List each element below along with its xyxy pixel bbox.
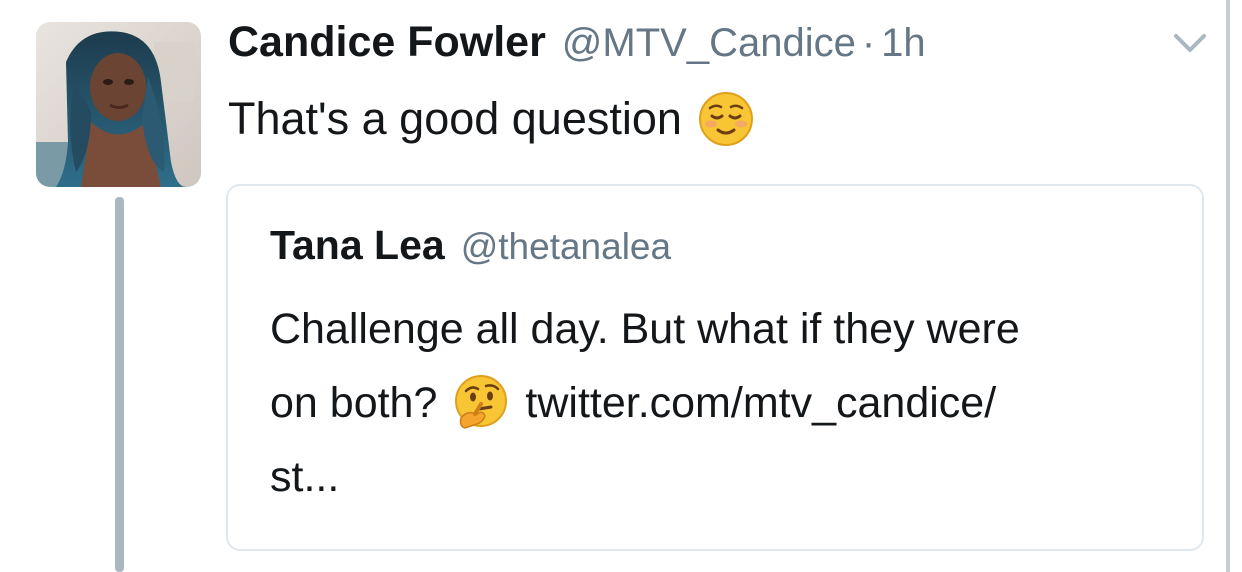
tweet-screen: Candice Fowler @MTV_Candice · 1h That's … xyxy=(0,0,1242,572)
thread-line xyxy=(115,197,124,572)
display-name[interactable]: Candice Fowler xyxy=(228,18,546,67)
user-handle[interactable]: @MTV_Candice xyxy=(562,21,856,66)
relieved-face-emoji-icon xyxy=(698,91,754,147)
quoted-text-segment: on both? xyxy=(270,379,438,427)
chevron-down-icon[interactable] xyxy=(1172,30,1208,56)
quoted-tweet-card[interactable]: Tana Lea @thetanalea Challenge all day. … xyxy=(226,184,1204,551)
avatar-photo xyxy=(36,22,201,187)
quoted-display-name: Tana Lea xyxy=(270,222,445,268)
tweet-text: That's a good question xyxy=(228,90,754,148)
quoted-user-handle: @thetanalea xyxy=(460,226,672,267)
tweet-header: Candice Fowler @MTV_Candice · 1h xyxy=(228,18,926,74)
quoted-tweet-link[interactable]: twitter.com/mtv_candice/ xyxy=(525,366,996,440)
quoted-tweet-header: Tana Lea @thetanalea xyxy=(270,222,671,269)
quoted-text-line: st... xyxy=(270,453,340,501)
tweet-body: That's a good question xyxy=(228,93,682,144)
thinking-face-emoji-icon xyxy=(453,374,509,432)
timestamp[interactable]: 1h xyxy=(881,21,926,66)
timeline-edge xyxy=(1226,0,1230,572)
quoted-text-line: Challenge all day. But what if they were xyxy=(270,305,1020,353)
quoted-tweet-text: Challenge all day. But what if they were… xyxy=(270,292,1180,514)
quoted-text-line: on both? twitter.com/mtv_candice/ xyxy=(270,366,1180,440)
avatar[interactable] xyxy=(36,22,201,187)
separator-dot: · xyxy=(861,21,876,65)
